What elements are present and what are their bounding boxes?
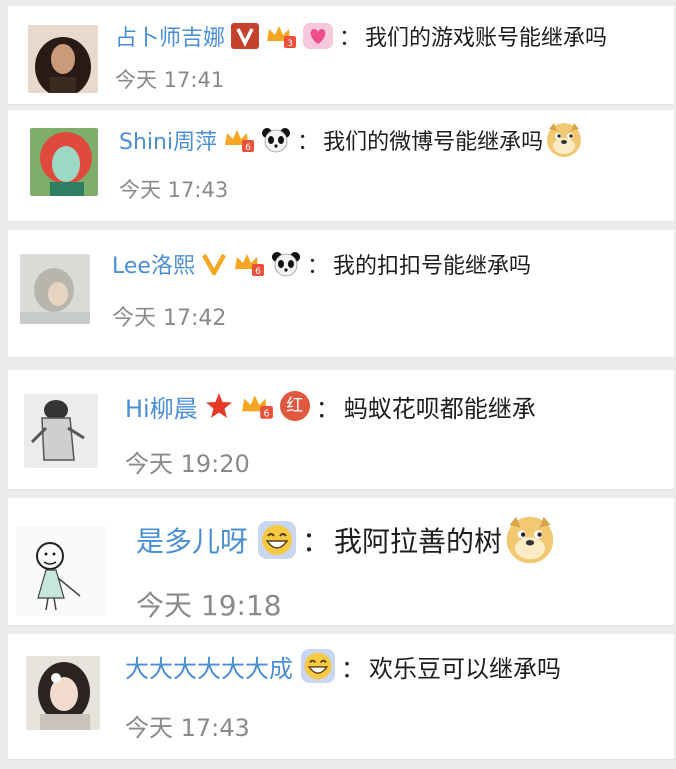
username[interactable]: 是多儿呀 bbox=[136, 520, 248, 560]
comment-card: 是多儿呀 ： 我阿拉善的树 今天 19:18 bbox=[8, 498, 674, 626]
comment-card: 占卜师吉娜 3 ： 我们的游戏账号能继承吗 今天 17:41 bbox=[8, 6, 674, 105]
svg-text:3: 3 bbox=[287, 39, 293, 49]
colon: ： bbox=[315, 394, 340, 423]
username[interactable]: Lee洛熙 bbox=[112, 248, 195, 280]
username[interactable]: 占卜师吉娜 bbox=[115, 20, 225, 52]
colon: ： bbox=[306, 254, 329, 279]
timestamp: 今天 19:20 bbox=[125, 450, 250, 478]
grin-emoji-icon bbox=[258, 521, 297, 559]
comment-card: 大大大大大大成 ： 欢乐豆可以继承吗 今天 17:43 bbox=[8, 634, 674, 760]
svg-text:6: 6 bbox=[255, 267, 261, 277]
avatar[interactable] bbox=[16, 526, 106, 616]
timestamp: 今天 17:43 bbox=[119, 178, 229, 202]
doge-emoji-icon bbox=[545, 121, 583, 159]
comment-card: Hi柳晨 6 红 ： 蚂蚁花呗都能继承 今天 19:20 bbox=[8, 370, 674, 490]
comment-text: 我阿拉善的树 bbox=[334, 525, 503, 558]
timestamp: 今天 17:43 bbox=[125, 714, 250, 742]
verified-v-orange-icon bbox=[201, 251, 227, 277]
timestamp: 今天 19:18 bbox=[136, 589, 282, 622]
comment-text: 欢乐豆可以继承吗 bbox=[369, 654, 561, 683]
colon: ： bbox=[341, 654, 365, 683]
timestamp: 今天 17:41 bbox=[115, 68, 225, 92]
vip-crown-3-icon: 3 bbox=[265, 23, 297, 49]
comment-card: Lee洛熙 6 ： 我的扣扣号能继承吗 今天 17:42 bbox=[8, 230, 674, 358]
comment-text: 我们的游戏账号能继承吗 bbox=[365, 26, 608, 51]
comment-card: Shini周萍 6 ： 我们的微博号能继承吗 今天 17:43 bbox=[8, 110, 674, 222]
timestamp: 今天 17:42 bbox=[112, 306, 227, 331]
comment-text: 我们的微博号能继承吗 bbox=[323, 130, 544, 155]
grin-emoji-icon bbox=[301, 649, 335, 683]
avatar[interactable] bbox=[24, 394, 98, 468]
vip-crown-6-icon: 6 bbox=[233, 251, 265, 277]
panda-emoji-icon bbox=[261, 127, 291, 153]
colon: ： bbox=[339, 26, 362, 51]
avatar[interactable] bbox=[30, 128, 98, 196]
comment-text: 我的扣扣号能继承吗 bbox=[332, 254, 531, 279]
panda-emoji-icon bbox=[271, 251, 301, 277]
avatar[interactable] bbox=[26, 656, 100, 730]
verified-v-red-icon bbox=[231, 23, 260, 49]
vip-crown-6-icon: 6 bbox=[223, 127, 255, 153]
colon: ： bbox=[297, 130, 320, 155]
comment-text: 蚂蚁花呗都能继承 bbox=[343, 394, 536, 423]
red-hong-badge-icon: 红 bbox=[279, 391, 310, 421]
svg-text:6: 6 bbox=[245, 143, 251, 153]
svg-text:6: 6 bbox=[263, 409, 269, 420]
red-star-icon bbox=[204, 391, 234, 421]
colon: ： bbox=[302, 525, 331, 558]
username[interactable]: 大大大大大大成 bbox=[125, 649, 293, 684]
username[interactable]: Hi柳晨 bbox=[125, 389, 198, 424]
avatar[interactable] bbox=[28, 25, 98, 93]
vip-crown-6-icon: 6 bbox=[240, 392, 274, 420]
doge-emoji-icon bbox=[504, 514, 556, 566]
avatar[interactable] bbox=[20, 254, 90, 324]
username[interactable]: Shini周萍 bbox=[119, 124, 217, 156]
heart-emoji-icon bbox=[303, 23, 334, 49]
